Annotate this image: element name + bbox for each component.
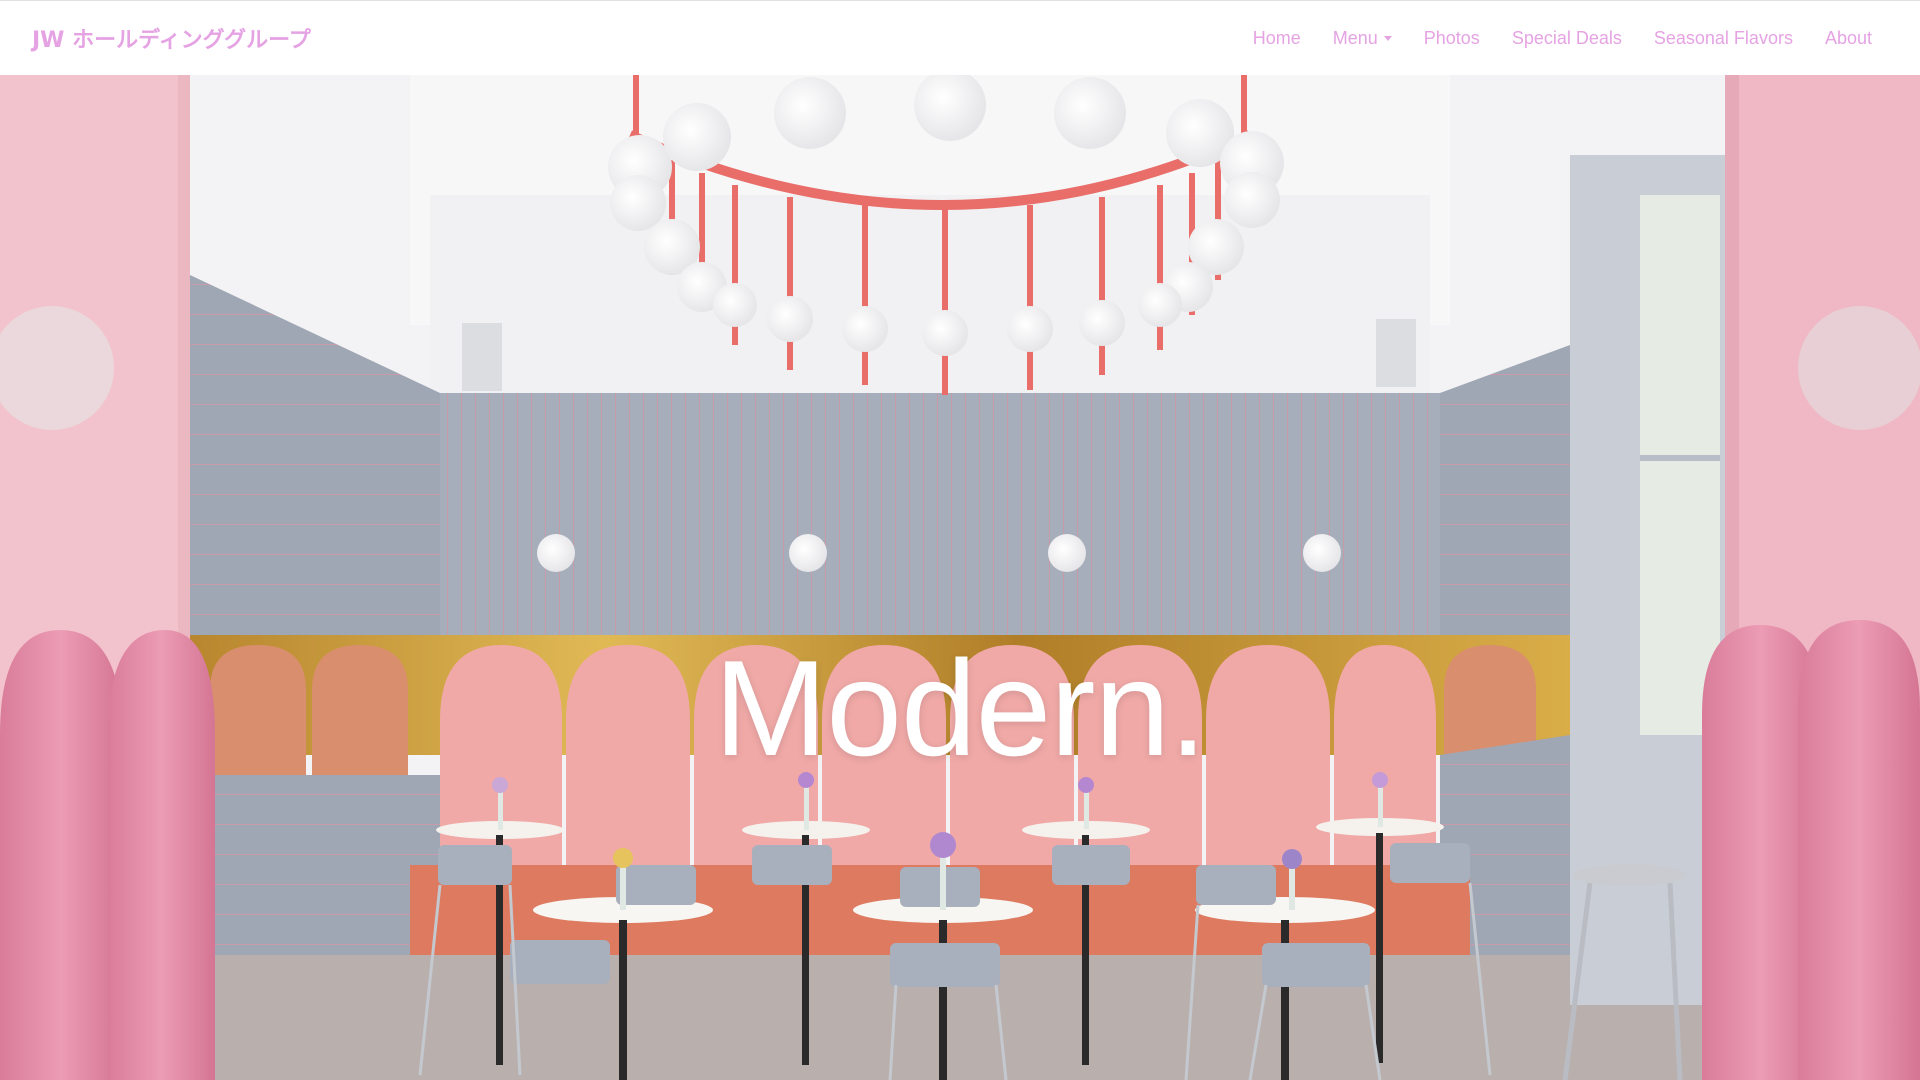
nav-links: Home Menu Photos Special Deals Seasonal … — [1221, 28, 1872, 49]
hero-section: Modern. — [0, 75, 1920, 1080]
brand-logo-text[interactable]: JW ホールディンググループ — [32, 22, 311, 54]
nav-link-menu-label: Menu — [1332, 27, 1378, 48]
hero-background-image — [0, 75, 1920, 1080]
hero-title: Modern. — [714, 632, 1207, 784]
caret-down-icon — [1383, 35, 1392, 41]
nav-link-seasonal-flavors[interactable]: Seasonal Flavors — [1654, 28, 1793, 49]
nav-link-special-deals[interactable]: Special Deals — [1512, 28, 1622, 49]
nav-link-about[interactable]: About — [1825, 28, 1872, 49]
top-navbar: JW ホールディンググループ Home Menu Photos Special … — [0, 0, 1920, 75]
nav-link-home[interactable]: Home — [1253, 28, 1301, 49]
nav-link-menu-dropdown[interactable]: Menu — [1333, 28, 1392, 49]
nav-link-photos[interactable]: Photos — [1424, 28, 1480, 49]
